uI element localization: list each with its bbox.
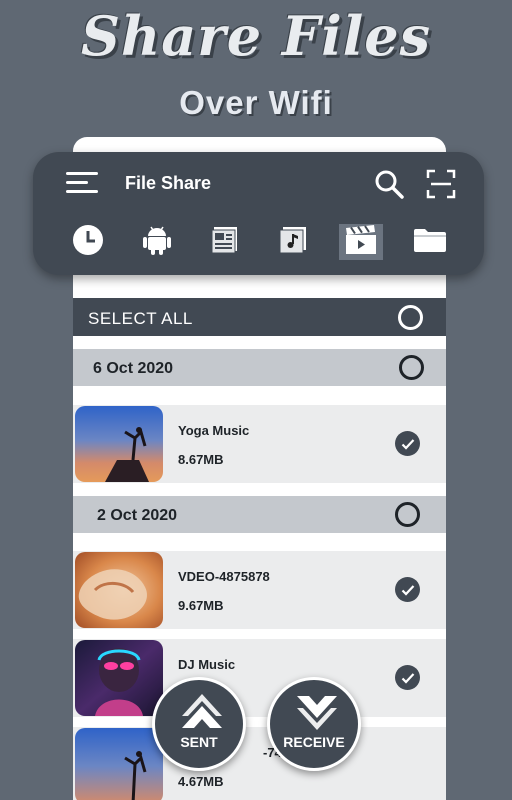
receive-button[interactable]: RECEIVE: [267, 677, 361, 771]
receive-label: RECEIVE: [283, 734, 345, 750]
folder-icon: [413, 227, 447, 258]
sent-button[interactable]: SENT: [152, 677, 246, 771]
list-item[interactable]: DJ Music: [73, 639, 446, 717]
group-select-radio[interactable]: [395, 502, 420, 527]
file-size: 8.67MB: [178, 452, 224, 467]
music-icon: [279, 226, 307, 259]
tab-apps[interactable]: [137, 224, 177, 260]
file-name: VDEO-4875878: [178, 569, 270, 584]
menu-icon[interactable]: [66, 172, 98, 194]
clock-icon: [72, 224, 104, 261]
file-name: Yoga Music: [178, 423, 250, 438]
category-tabs: [33, 224, 484, 264]
chevron-down-icon: [297, 696, 337, 730]
date-label: 2 Oct 2020: [97, 507, 178, 524]
select-all-row[interactable]: SELECT ALL: [73, 298, 446, 336]
video-thumbnail: [75, 552, 163, 628]
tab-documents[interactable]: [205, 224, 245, 260]
tab-recent[interactable]: [68, 224, 108, 260]
list-item[interactable]: -74353 4.67MB: [73, 727, 446, 800]
file-size: 4.67MB: [178, 774, 224, 789]
date-label: 6 Oct 2020: [93, 360, 174, 377]
app-title: File Share: [125, 173, 212, 193]
app-toolbar: File Share: [33, 152, 484, 275]
check-icon[interactable]: [395, 431, 420, 456]
tab-files[interactable]: [410, 224, 450, 260]
tab-videos[interactable]: [339, 224, 383, 260]
android-icon: [142, 224, 172, 261]
check-icon[interactable]: [395, 665, 420, 690]
promo-title: Share Files: [81, 4, 431, 68]
group-select-radio[interactable]: [399, 355, 424, 380]
date-header: 6 Oct 2020: [73, 349, 446, 386]
video-thumbnail: [75, 640, 163, 716]
video-thumbnail: [75, 406, 163, 482]
select-all-label: SELECT ALL: [88, 309, 193, 328]
list-item[interactable]: Yoga Music 8.67MB: [73, 405, 446, 483]
scan-icon[interactable]: [425, 168, 457, 200]
chevron-up-icon: [182, 694, 222, 728]
tab-music[interactable]: [273, 224, 313, 260]
document-icon: [211, 226, 239, 259]
video-thumbnail: [75, 728, 163, 800]
sent-label: SENT: [180, 734, 218, 750]
promo-subtitle: Over Wifi: [179, 84, 333, 121]
video-icon: [344, 224, 378, 260]
list-item[interactable]: VDEO-4875878 9.67MB: [73, 551, 446, 629]
select-all-radio[interactable]: [398, 305, 423, 330]
file-name: DJ Music: [178, 657, 236, 672]
file-size: 9.67MB: [178, 598, 224, 613]
search-icon[interactable]: [373, 168, 405, 200]
check-icon[interactable]: [395, 577, 420, 602]
date-header: 2 Oct 2020: [73, 496, 446, 533]
